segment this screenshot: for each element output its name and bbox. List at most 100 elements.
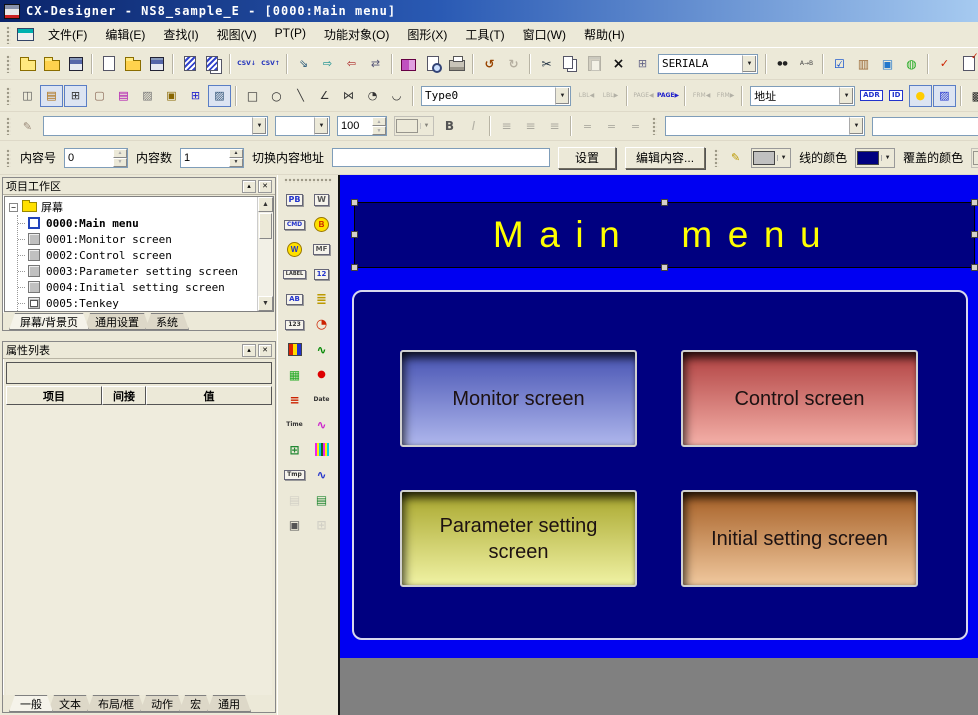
broken-line-graph-button[interactable]: ∿ xyxy=(310,339,334,361)
menu-item-3[interactable]: 视图(V) xyxy=(208,23,266,46)
delete-unused-screens-button[interactable]: ▣ xyxy=(876,53,899,75)
hmi-screen-button-0[interactable]: Monitor screen xyxy=(400,350,637,447)
style-brush-button[interactable]: ✎ xyxy=(724,147,747,169)
hmi-screen-button-3[interactable]: Initial setting screen xyxy=(681,490,918,587)
property-collapse-button[interactable]: ▴ xyxy=(242,344,256,357)
content-count-field[interactable] xyxy=(181,149,229,167)
save-screen-button[interactable] xyxy=(145,53,168,75)
selection-handle[interactable] xyxy=(971,264,978,271)
property-close-button[interactable]: ✕ xyxy=(258,344,272,357)
dropdown-arrow-icon[interactable]: ▼ xyxy=(777,155,789,161)
consecutive-bars-button[interactable] xyxy=(310,439,334,461)
download-to-pt-button[interactable]: ⇨ xyxy=(316,53,339,75)
menu-item-9[interactable]: 帮助(H) xyxy=(575,23,634,46)
symbol-table-button[interactable]: ▥ xyxy=(852,53,875,75)
dropdown-arrow-icon[interactable]: ▼ xyxy=(555,87,570,105)
bit-lamp-button[interactable]: B xyxy=(310,214,334,236)
dropdown-arrow-icon[interactable]: ▼ xyxy=(839,87,854,105)
new-screen-button[interactable] xyxy=(97,53,120,75)
spin-down-icon[interactable]: ▼ xyxy=(229,158,243,167)
switch-address-field[interactable] xyxy=(332,148,550,167)
tab-4[interactable]: 宏 xyxy=(179,695,212,712)
content-no-spinner[interactable]: ▲▼ xyxy=(64,148,128,168)
system-memory-combo[interactable]: SERIALA▼ xyxy=(658,54,758,74)
alarm-list-button[interactable]: ≡ xyxy=(283,389,307,411)
font-style-combo[interactable]: ▼ xyxy=(275,116,330,136)
hmi-screen-button-1[interactable]: Control screen xyxy=(681,350,918,447)
toolbar-grip-3b[interactable] xyxy=(652,117,657,135)
next-page-button[interactable]: PAGE▶ xyxy=(656,85,680,107)
numeral-display-button[interactable]: 12 xyxy=(310,264,334,286)
display-mode-combo[interactable]: 地址▼ xyxy=(750,86,855,106)
show-property-table-button[interactable]: ⊞ xyxy=(64,85,87,107)
tab-0[interactable]: 一般 xyxy=(9,695,53,712)
draw-sector-button[interactable]: ◔ xyxy=(361,85,384,107)
draw-polyline-button[interactable]: ∠ xyxy=(313,85,336,107)
copy-button[interactable] xyxy=(559,53,582,75)
screen-page[interactable]: Main menu Monitor screenControl screenPa… xyxy=(340,175,978,658)
transfer-memory-card-button[interactable]: ⇄ xyxy=(364,53,387,75)
selection-handle[interactable] xyxy=(351,264,358,271)
open-screen-button[interactable] xyxy=(121,53,144,75)
hmi-screen-button-2[interactable]: Parameter setting screen xyxy=(400,490,637,587)
show-address-button[interactable]: ADR xyxy=(859,85,884,107)
toggle-touch-points-button[interactable]: ◫ xyxy=(16,85,39,107)
word-button-button[interactable]: W xyxy=(310,189,334,211)
toolbar-grip-3[interactable] xyxy=(6,117,11,135)
duplicate-button[interactable]: ⊞ xyxy=(631,53,654,75)
replace-button[interactable]: A→B xyxy=(795,53,818,75)
tab-3[interactable]: 动作 xyxy=(140,695,184,712)
font-name-combo[interactable]: ▼ xyxy=(43,116,268,136)
csv-export-button[interactable]: CSV↑ xyxy=(259,53,282,75)
show-lamp-status-button[interactable]: ● xyxy=(909,85,932,107)
tree-item-0[interactable]: 0000:Main menu xyxy=(18,215,257,231)
save-project-button[interactable] xyxy=(64,53,87,75)
bold-button[interactable]: B xyxy=(438,115,461,137)
scroll-up-icon[interactable]: ▲ xyxy=(258,197,273,212)
dropdown-arrow-icon[interactable]: ▼ xyxy=(314,117,329,135)
tree-item-2[interactable]: 0002:Control screen xyxy=(18,247,257,263)
draw-arc-button[interactable]: ◡ xyxy=(385,85,408,107)
tree-root-screens[interactable]: − 屏幕 xyxy=(9,199,257,215)
check-screen-button[interactable] xyxy=(957,53,978,75)
edit-content-button[interactable]: 编辑内容... xyxy=(625,147,705,169)
word-lamp-button[interactable]: W xyxy=(283,239,307,261)
print-preview-button[interactable] xyxy=(421,53,444,75)
font-size-spinner[interactable]: ▲▼ xyxy=(337,116,387,136)
draw-rectangle-button[interactable]: □ xyxy=(241,85,264,107)
new-project-button[interactable] xyxy=(16,53,39,75)
scroll-thumb[interactable] xyxy=(259,213,272,239)
content-no-field[interactable] xyxy=(65,149,113,167)
fill-color-swatch[interactable]: ▼ xyxy=(855,148,895,168)
scroll-down-icon[interactable]: ▼ xyxy=(258,296,273,311)
tab-2[interactable]: 布局/框 xyxy=(87,695,145,712)
menu-item-1[interactable]: 编辑(E) xyxy=(96,23,154,46)
tab-2[interactable]: 系统 xyxy=(145,313,189,330)
snap-to-grid-button[interactable]: ▨ xyxy=(208,85,231,107)
collapse-expander-icon[interactable]: − xyxy=(9,203,18,212)
tree-item-3[interactable]: 0003:Parameter setting screen xyxy=(18,263,257,279)
command-button-button[interactable]: CMD xyxy=(283,214,307,236)
temporary-input-button[interactable]: Tmp xyxy=(283,464,307,486)
find-button[interactable]: ●● xyxy=(771,53,794,75)
transfer-settings-button[interactable]: ⇘ xyxy=(292,53,315,75)
toolbar-grip-1[interactable] xyxy=(6,55,11,73)
open-project-button[interactable] xyxy=(40,53,63,75)
toolbar-grip-4b[interactable] xyxy=(714,149,719,167)
upload-from-pt-button[interactable]: ⇦ xyxy=(340,53,363,75)
menu-grip[interactable] xyxy=(6,26,11,44)
edit-background-button[interactable]: ▤ xyxy=(112,85,135,107)
tree-item-1[interactable]: 0001:Monitor screen xyxy=(18,231,257,247)
export-file-button[interactable] xyxy=(202,53,225,75)
show-address-window-button[interactable]: ▤ xyxy=(40,85,63,107)
data-log-graph-button[interactable]: ∿ xyxy=(310,414,334,436)
selection-handle[interactable] xyxy=(661,264,668,271)
grid-setting-button[interactable]: ⊞ xyxy=(184,85,207,107)
tree-scrollbar[interactable]: ▲ ▼ xyxy=(257,197,273,311)
menu-item-7[interactable]: 工具(T) xyxy=(456,23,513,46)
object-toolbar-grip[interactable] xyxy=(284,178,332,183)
multifunction-object-button[interactable]: MF xyxy=(310,239,334,261)
label-object-button[interactable]: LABEL xyxy=(283,264,307,286)
screen-category-combo[interactable]: ▼ xyxy=(665,116,865,136)
test-tool-button[interactable] xyxy=(397,53,420,75)
